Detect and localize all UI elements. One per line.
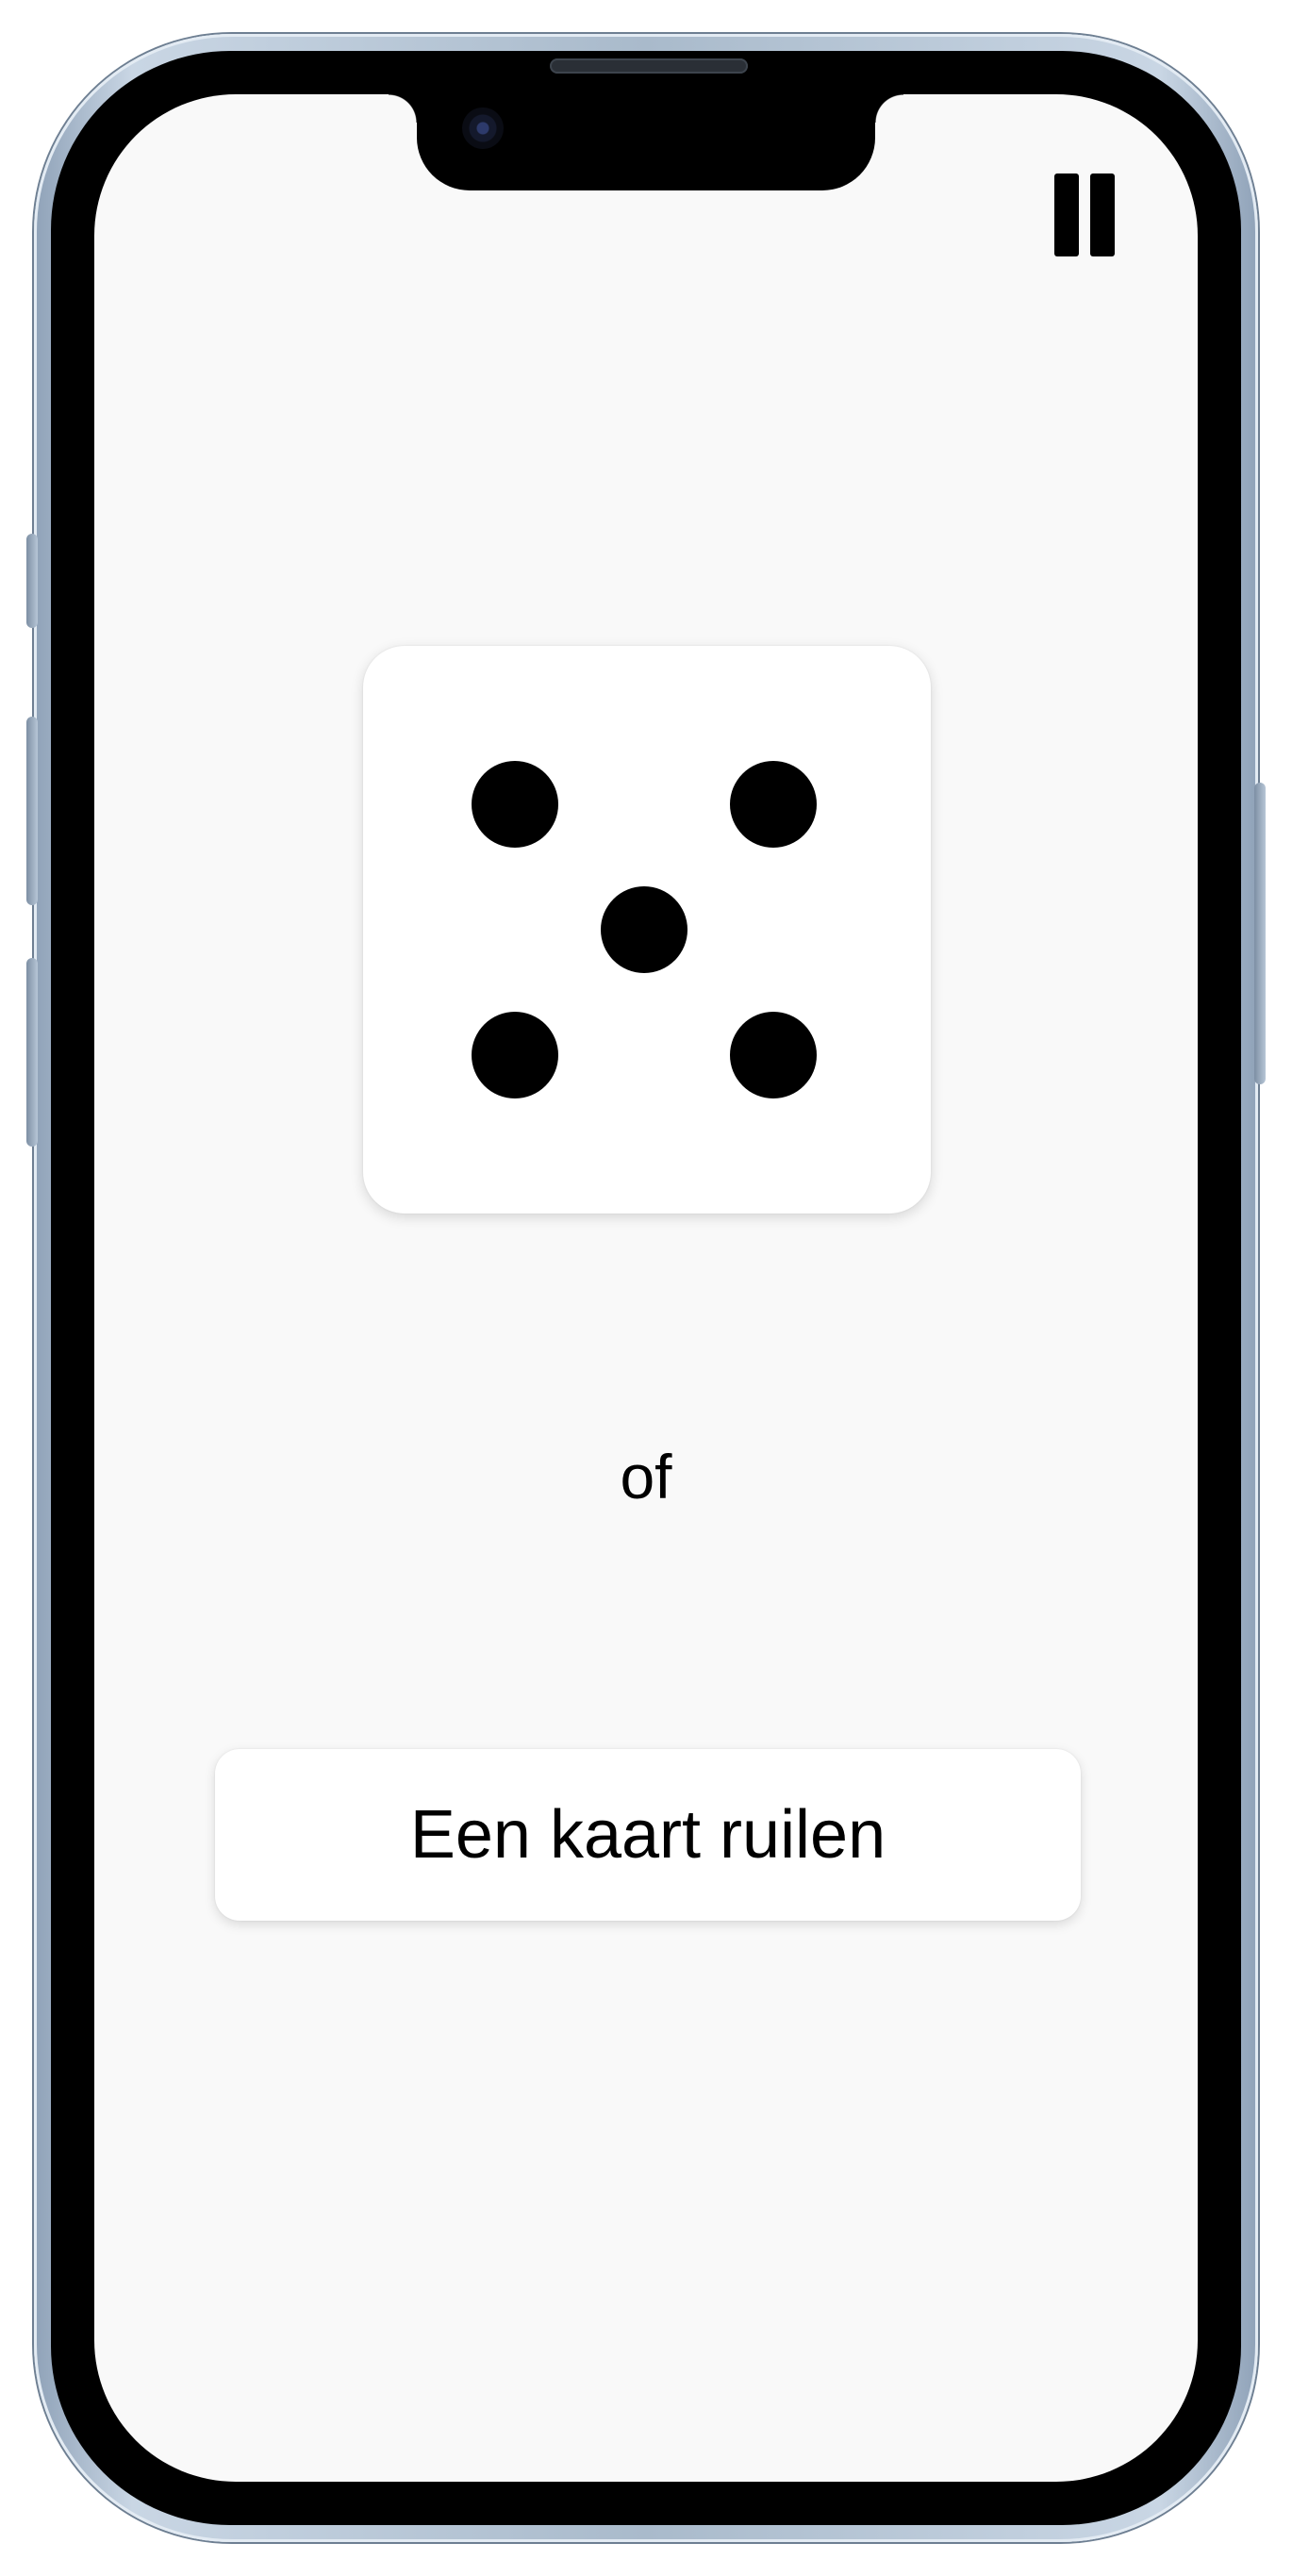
earpiece-speaker [550, 58, 748, 74]
silent-switch [26, 534, 38, 628]
volume-up-button [26, 717, 38, 905]
swap-card-button[interactable]: Een kaart ruilen [215, 1749, 1081, 1921]
die-pip [472, 1012, 558, 1098]
pause-icon-bar [1090, 173, 1115, 256]
pause-button[interactable] [1049, 170, 1120, 260]
die-pip [601, 886, 687, 973]
die-pip [472, 761, 558, 848]
volume-down-button [26, 958, 38, 1147]
app-screen [94, 94, 1198, 2482]
power-button [1254, 783, 1266, 1084]
die-pip [730, 761, 817, 848]
die-pip [730, 1012, 817, 1098]
or-separator-text: of [620, 1442, 672, 1511]
front-camera-icon [462, 107, 504, 149]
pause-icon [1054, 173, 1079, 256]
dice-button[interactable] [363, 646, 931, 1214]
